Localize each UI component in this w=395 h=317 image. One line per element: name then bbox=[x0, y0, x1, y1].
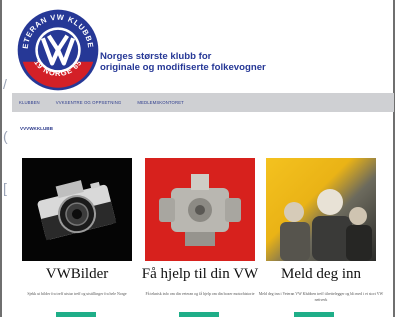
card-title: Meld deg inn bbox=[281, 266, 361, 282]
nav-item-klubben[interactable]: KLUBBEN bbox=[19, 100, 40, 105]
card-description: Få teknisk info om din veteran og få hje… bbox=[145, 292, 255, 296]
card-meld-deg-inn: Meld deg inn Meld deg inn i Veteran VW K… bbox=[259, 158, 383, 317]
background-glyph: [ bbox=[3, 180, 7, 196]
card-title: VWBilder bbox=[45, 266, 109, 282]
card-button[interactable] bbox=[56, 312, 96, 317]
people-photo[interactable] bbox=[266, 158, 376, 261]
card-description: Meld deg inn i Veteran VW Klubben treff … bbox=[258, 292, 384, 302]
window-left-edge bbox=[0, 0, 2, 317]
background-glyph: ( bbox=[3, 128, 8, 144]
card-description: Sjekk ut bilder fra treff utstur treff o… bbox=[27, 292, 127, 296]
vw-club-logo[interactable]: VETERAN VW KLUBBEN 19 NORGE 65 bbox=[16, 8, 100, 92]
site-header: VETERAN VW KLUBBEN 19 NORGE 65 Norges st… bbox=[12, 8, 392, 92]
card-button[interactable] bbox=[294, 312, 334, 317]
site-tagline: Norges største klubb for originale og mo… bbox=[100, 51, 266, 73]
nav-item-medlemskontoret[interactable]: MEDLEMSKONTORET bbox=[137, 100, 184, 105]
engine-photo[interactable] bbox=[145, 158, 255, 261]
breadcrumb[interactable]: VVVWKKLUBB bbox=[20, 126, 53, 131]
tagline-line-1: Norges største klubb for bbox=[100, 51, 212, 62]
background-glyph: / bbox=[3, 76, 7, 92]
main-navigation: KLUBBEN VVKSENTRE OG OPPSETNING MEDLEMSK… bbox=[12, 93, 394, 112]
card-vwbilder: VWBilder Sjekk ut bilder fra treff utstu… bbox=[22, 158, 132, 317]
card-title: Få hjelp til din VW bbox=[141, 266, 259, 282]
tagline-line-2: originale og modifiserte folkevogner bbox=[100, 62, 266, 73]
nav-item-oppsetning[interactable]: VVKSENTRE OG OPPSETNING bbox=[56, 100, 122, 105]
card-hjelp: Få hjelp til din VW Få teknisk info om d… bbox=[142, 158, 258, 317]
camera-photo[interactable] bbox=[22, 158, 132, 261]
card-button[interactable] bbox=[179, 312, 219, 317]
